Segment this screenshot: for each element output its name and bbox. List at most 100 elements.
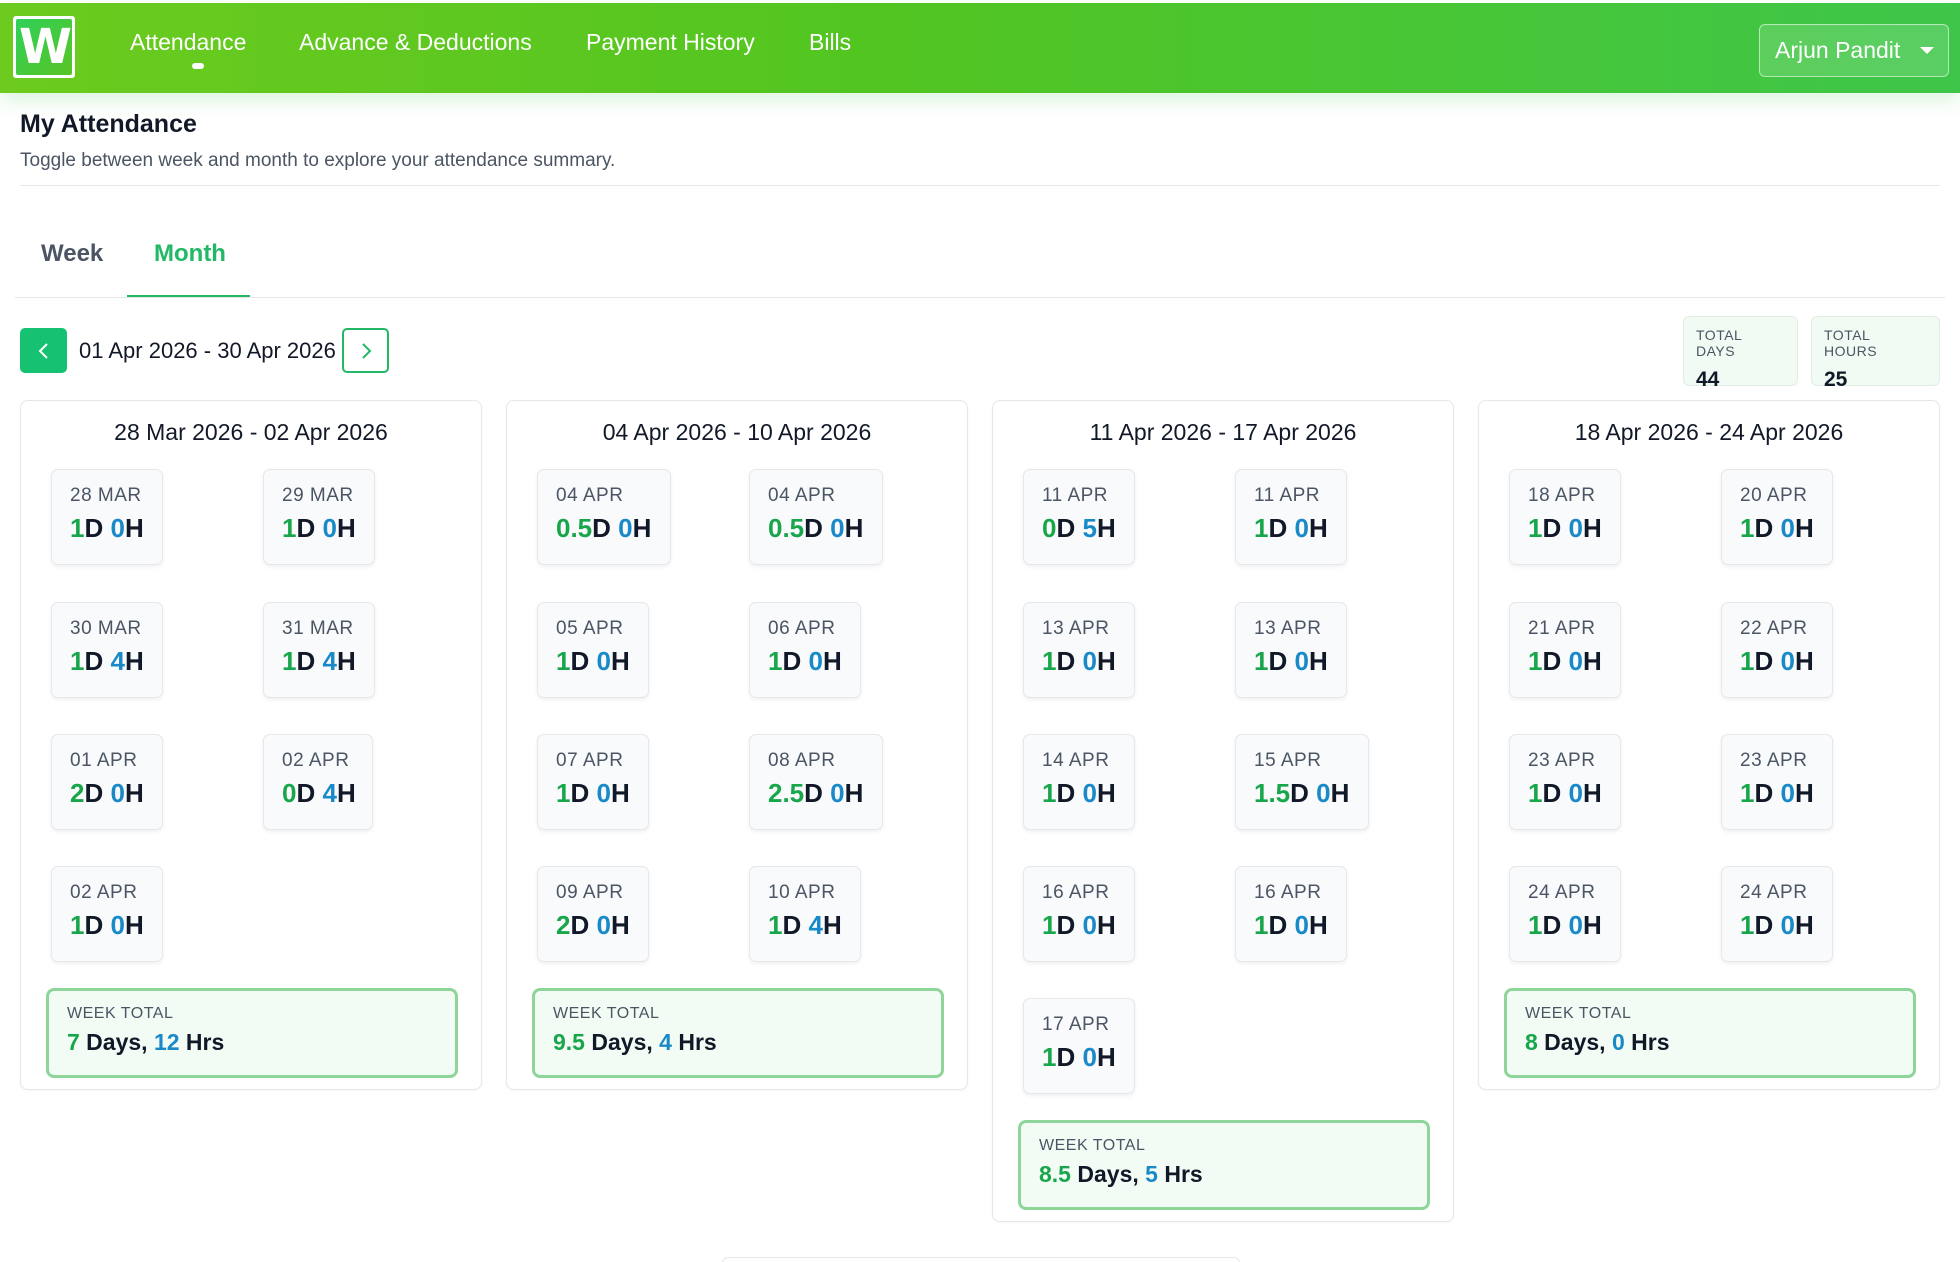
day-tile[interactable]: 30 MAR 1D 4H (51, 602, 163, 698)
day-hours-count: 0 (1082, 778, 1097, 808)
day-tile[interactable]: 11 APR 1D 0H (1235, 469, 1347, 565)
hours-unit: H (124, 910, 144, 940)
day-hours-count: 0 (1082, 646, 1097, 676)
nav-attendance[interactable]: Attendance (130, 29, 246, 56)
day-tile[interactable]: 13 APR 1D 0H (1235, 602, 1347, 698)
tab-week[interactable]: Week (41, 240, 103, 268)
day-hours-count: 0 (1294, 910, 1309, 940)
day-date: 31 MAR (282, 618, 354, 639)
day-hours-count: 0 (1316, 778, 1331, 808)
day-days-count: 2 (70, 778, 85, 808)
day-tile[interactable]: 15 APR 1.5D 0H (1235, 734, 1369, 830)
week-total-days: 8.5 (1039, 1161, 1071, 1187)
day-hours-count: 0 (110, 513, 125, 543)
hours-unit: H (822, 646, 842, 676)
day-tile[interactable]: 31 MAR 1D 4H (263, 602, 375, 698)
day-value: 1D 0H (70, 910, 162, 941)
day-tile[interactable]: 05 APR 1D 0H (537, 602, 649, 698)
day-date: 11 APR (1042, 485, 1109, 506)
week-total-box: WEEK TOTAL 9.5 Days, 4 Hrs (532, 988, 944, 1078)
user-menu-dropdown[interactable]: Arjun Pandit (1759, 24, 1949, 77)
day-date: 15 APR (1254, 750, 1322, 771)
nav-payment-history[interactable]: Payment History (586, 29, 755, 56)
days-unit: Days, (1537, 1029, 1612, 1055)
day-days-count: 2.5 (768, 778, 805, 808)
day-tile[interactable]: 20 APR 1D 0H (1721, 469, 1833, 565)
day-tile[interactable]: 22 APR 1D 0H (1721, 602, 1833, 698)
day-tile[interactable]: 28 MAR 1D 0H (51, 469, 163, 565)
day-days-count: 1 (70, 646, 85, 676)
day-tile[interactable]: 17 APR 1D 0H (1023, 998, 1135, 1094)
day-tile[interactable]: 06 APR 1D 0H (749, 602, 861, 698)
nav-bills[interactable]: Bills (809, 29, 851, 56)
hours-unit: H (1096, 513, 1116, 543)
week-total-label: WEEK TOTAL (1525, 1005, 1632, 1022)
day-date: 28 MAR (70, 485, 142, 506)
day-value: 0.5D 0H (556, 513, 670, 544)
total-hours-card: TOTAL HOURS 25 (1811, 316, 1940, 391)
day-value: 1D 0H (1528, 513, 1620, 544)
total-days-card: TOTAL DAYS 44 (1683, 316, 1798, 391)
day-value: 1.5D 0H (1254, 778, 1368, 809)
day-value: 1D 0H (1254, 910, 1346, 941)
day-tile[interactable]: 14 APR 1D 0H (1023, 734, 1135, 830)
tabs-divider (15, 297, 1945, 298)
day-date: 04 APR (556, 485, 624, 506)
day-days-count: 1.5 (1254, 778, 1291, 808)
hours-unit: H (822, 910, 842, 940)
day-tile[interactable]: 24 APR 1D 0H (1509, 866, 1621, 962)
week-total-hours: 12 (153, 1029, 180, 1055)
day-tile[interactable]: 23 APR 1D 0H (1721, 734, 1833, 830)
day-tile[interactable]: 24 APR 1D 0H (1721, 866, 1833, 962)
days-unit: D (84, 778, 111, 808)
day-tile[interactable]: 29 MAR 1D 0H (263, 469, 375, 565)
day-hours-count: 0 (110, 910, 125, 940)
day-hours-count: 0 (618, 513, 633, 543)
day-value: 1D 4H (768, 910, 860, 941)
day-tile[interactable]: 01 APR 2D 0H (51, 734, 163, 830)
hours-unit: H (124, 778, 144, 808)
day-date: 01 APR (70, 750, 138, 771)
day-tile[interactable]: 09 APR 2D 0H (537, 866, 649, 962)
week-total-hours: 0 (1611, 1029, 1625, 1055)
days-unit: D (1268, 646, 1295, 676)
day-tile[interactable]: 11 APR 0D 5H (1023, 469, 1135, 565)
day-tile[interactable]: 07 APR 1D 0H (537, 734, 649, 830)
day-tile[interactable]: 08 APR 2.5D 0H (749, 734, 883, 830)
days-unit: D (1056, 646, 1083, 676)
week-total-label: WEEK TOTAL (1039, 1137, 1146, 1154)
previous-month-button[interactable] (20, 328, 67, 373)
next-month-button[interactable] (342, 328, 389, 373)
day-tile[interactable]: 04 APR 0.5D 0H (749, 469, 883, 565)
day-value: 1D 0H (1528, 778, 1620, 809)
hours-unit: H (336, 513, 356, 543)
app-logo[interactable]: W (13, 16, 75, 78)
nav-advance-deductions[interactable]: Advance & Deductions (299, 29, 532, 56)
week-total-value: 8 Days, 0 Hrs (1525, 1029, 1913, 1056)
day-tile[interactable]: 02 APR 0D 4H (263, 734, 373, 830)
days-unit: D (782, 646, 809, 676)
day-days-count: 1 (1740, 646, 1755, 676)
day-tile[interactable]: 02 APR 1D 0H (51, 866, 163, 962)
day-tile[interactable]: 13 APR 1D 0H (1023, 602, 1135, 698)
day-value: 1D 0H (1254, 646, 1346, 677)
tab-month[interactable]: Month (154, 240, 226, 268)
day-tile[interactable]: 04 APR 0.5D 0H (537, 469, 671, 565)
hours-unit: H (124, 646, 144, 676)
day-tile[interactable]: 21 APR 1D 0H (1509, 602, 1621, 698)
days-unit: D (1542, 513, 1569, 543)
day-value: 1D 0H (1740, 778, 1832, 809)
day-tile[interactable]: 16 APR 1D 0H (1023, 866, 1135, 962)
day-tile[interactable]: 10 APR 1D 4H (749, 866, 861, 962)
day-days-count: 1 (1528, 646, 1543, 676)
header-divider (20, 185, 1940, 186)
day-tile[interactable]: 23 APR 1D 0H (1509, 734, 1621, 830)
day-days-count: 1 (1254, 513, 1269, 543)
day-value: 1D 0H (556, 646, 648, 677)
day-value: 1D 0H (1740, 910, 1832, 941)
day-tile[interactable]: 18 APR 1D 0H (1509, 469, 1621, 565)
day-tile[interactable]: 16 APR 1D 0H (1235, 866, 1347, 962)
days-unit: Days, (79, 1029, 154, 1055)
page-subtitle: Toggle between week and month to explore… (20, 150, 616, 171)
day-date: 08 APR (768, 750, 836, 771)
